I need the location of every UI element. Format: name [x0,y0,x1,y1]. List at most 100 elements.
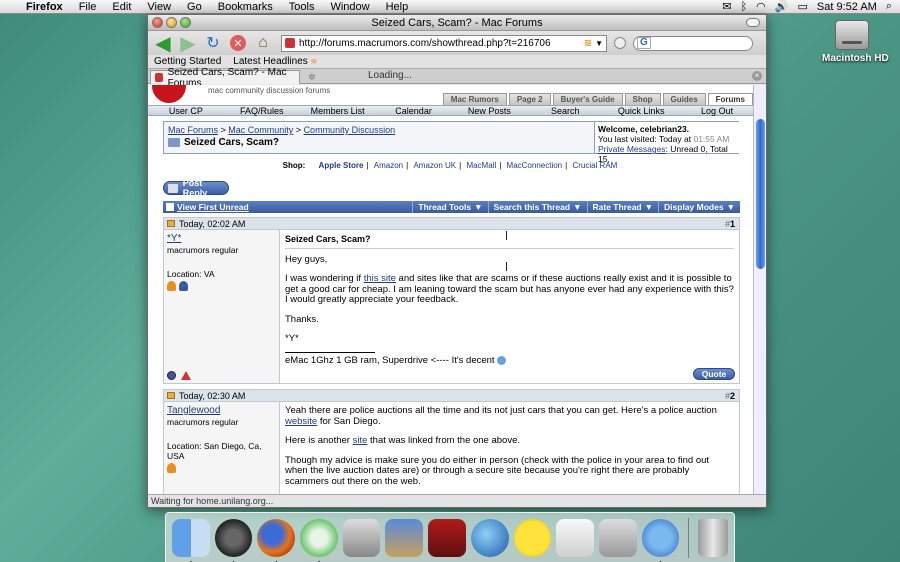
report-post-icon[interactable] [181,371,191,380]
user-location: Location: VA [167,269,215,279]
loading-spinner-icon: ✲ [308,72,316,82]
movie-icon[interactable] [428,518,466,557]
post-number[interactable]: #1 [725,219,739,229]
menu-window[interactable]: Window [322,1,377,13]
bookmark-getting-started[interactable]: Getting Started [154,56,221,67]
post-reply-button[interactable]: Post Reply [163,178,229,198]
vertical-scrollbar[interactable] [753,85,766,496]
menu-app-name[interactable]: Firefox [22,1,71,13]
shop-amazon[interactable]: Amazon [374,161,403,170]
site-tab-forums[interactable]: Forums [707,93,753,105]
trash-icon[interactable] [698,518,728,557]
search-thread-menu[interactable]: Search this Thread ▼ [487,201,587,213]
go-button[interactable] [614,37,626,49]
member-badge-icon [179,281,188,291]
menu-view[interactable]: View [139,1,179,13]
nav-new-posts[interactable]: New Posts [452,106,528,116]
website-link[interactable]: website [285,416,317,427]
nav-log-out[interactable]: Log Out [679,106,755,116]
finder-icon[interactable] [172,518,210,562]
menu-bookmarks[interactable]: Bookmarks [210,1,281,13]
window-titlebar[interactable]: Seized Cars, Scam? - Mac Forums [148,15,766,31]
crumb-mac-community[interactable]: Mac Community [228,125,293,135]
firefox-icon[interactable] [257,518,296,562]
toolbar-toggle-button[interactable] [746,18,760,27]
view-first-unread-link[interactable]: View First Unread [163,201,412,213]
home-icon[interactable]: ⌂ [252,33,274,53]
bookmark-latest-headlines[interactable]: Latest Headlines ≋ [233,56,317,67]
url-bar[interactable]: http://forums.macrumors.com/showthread.p… [281,34,607,52]
shop-macmall[interactable]: MacMall [466,161,496,170]
forward-icon[interactable]: ▶ [177,33,199,55]
google-earth-icon[interactable] [470,518,509,557]
chat-smiley-icon[interactable] [513,518,552,557]
post-username[interactable]: *Y* [167,233,276,244]
site-tab-mac-rumors[interactable]: Mac Rumors [442,93,507,105]
site-tab-buyers-guide[interactable]: Buyer's Guide [552,93,623,105]
stop-icon[interactable]: ✕ [230,35,246,51]
calculator-icon[interactable] [342,518,381,557]
itunes-icon[interactable] [300,518,338,562]
mail-icon[interactable]: ✉ [722,0,731,13]
scrollbar-thumb[interactable] [756,119,765,269]
post-reply-label: Post Reply [182,178,208,198]
menu-clock[interactable]: Sat 9:52 AM [817,1,877,13]
text-editor-icon[interactable] [556,518,594,557]
rate-thread-menu[interactable]: Rate Thread ▼ [586,201,659,213]
zoom-window-button[interactable] [180,17,191,28]
menu-help[interactable]: Help [378,1,417,13]
post-number[interactable]: #2 [725,391,739,401]
display-modes-menu[interactable]: Display Modes ▼ [658,201,740,213]
post-username[interactable]: Tanglewood [167,405,276,416]
menu-tools[interactable]: Tools [281,1,323,13]
nav-quick-links[interactable]: Quick Links [603,106,679,116]
url-dropdown-icon[interactable]: ▼ [595,39,603,48]
spotlight-icon[interactable]: ⌕ [886,0,892,13]
private-messages-link[interactable]: Private Messages [598,144,666,154]
shop-crucial-ram[interactable]: Crucial RAM [572,161,617,170]
dashboard-icon[interactable] [214,518,253,562]
menu-file[interactable]: File [71,1,105,13]
iphoto-icon[interactable] [385,518,424,557]
wifi-icon[interactable]: ◠ [756,0,766,13]
rss-feed-icon[interactable]: ≋ [584,38,592,49]
close-window-button[interactable] [152,17,163,28]
url-text[interactable]: http://forums.macrumors.com/showthread.p… [299,38,584,49]
google-engine-icon[interactable]: G [637,37,651,49]
search-input[interactable]: G [633,35,753,51]
quote-button[interactable]: Quote [693,368,735,380]
tab-active[interactable]: Seized Cars, Scam? - Mac Forums [150,67,300,89]
site-link[interactable]: site [353,435,368,446]
contributor-badge-icon [167,281,176,291]
macrumors-logo[interactable] [152,85,186,103]
reload-icon[interactable]: ↻ [202,33,224,53]
desktop-hd-icon[interactable]: Macintosh HD [822,20,889,64]
battery-icon[interactable]: ▭ [797,0,807,13]
site-favicon-icon [285,38,295,48]
nav-faq-rules[interactable]: FAQ/Rules [224,106,300,116]
site-tab-page-2[interactable]: Page 2 [508,93,551,105]
crumb-mac-forums[interactable]: Mac Forums [168,125,218,135]
menu-edit[interactable]: Edit [104,1,139,13]
nav-calendar[interactable]: Calendar [376,106,452,116]
crumb-community-discussion[interactable]: Community Discussion [304,125,396,135]
shop-macconnection[interactable]: MacConnection [507,161,563,170]
thread-tools-menu[interactable]: Thread Tools ▼ [412,201,487,213]
bluetooth-icon[interactable]: ᛒ [741,1,748,13]
shop-amazon-uk[interactable]: Amazon UK [413,161,456,170]
rate-thread-label: Rate Thread [592,202,642,212]
nav-user-cp[interactable]: User CP [148,106,224,116]
ichat-icon[interactable] [641,518,680,562]
minimize-window-button[interactable] [166,17,177,28]
back-icon[interactable]: ◀ [152,33,174,55]
shop-apple-store[interactable]: Apple Store [319,161,364,170]
site-tab-shop[interactable]: Shop [624,93,661,105]
menu-go[interactable]: Go [179,1,210,13]
site-tab-guides[interactable]: Guides [662,93,706,105]
nav-search[interactable]: Search [527,106,603,116]
nav-members-list[interactable]: Members List [300,106,376,116]
volume-icon[interactable]: 🔊 [775,0,789,13]
system-apple-icon[interactable] [598,518,637,557]
close-tab-icon[interactable]: × [752,71,762,81]
this-site-link[interactable]: this site [364,273,396,284]
